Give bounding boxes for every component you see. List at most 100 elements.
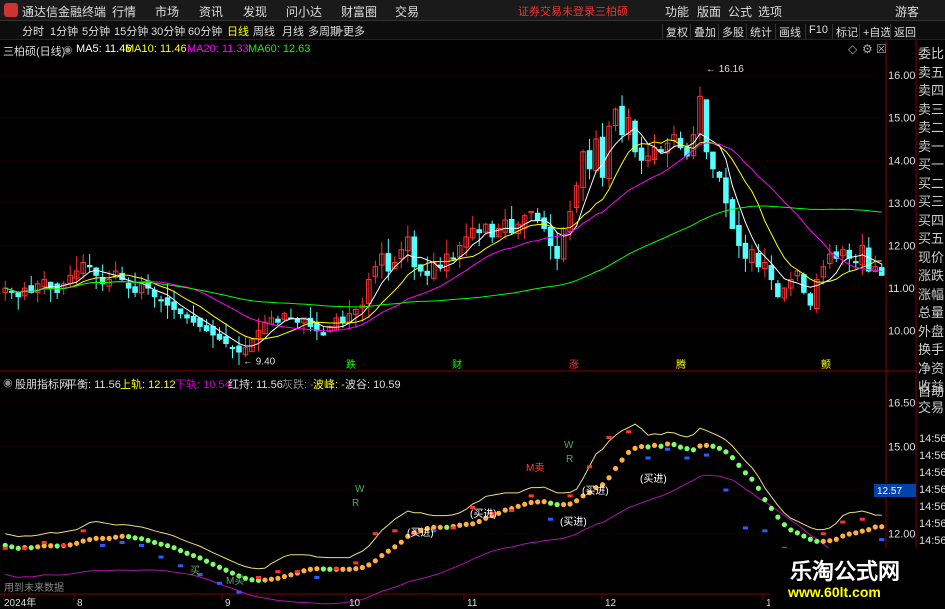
centre-dot (840, 533, 846, 539)
candle-body (340, 316, 346, 323)
candle-body (476, 229, 482, 234)
centre-dot (762, 497, 768, 503)
candle-body (586, 150, 593, 170)
candle-body (203, 325, 210, 332)
centre-dot (229, 570, 236, 576)
centre-dot (327, 566, 333, 572)
quote-panel: 委比 卖五 卖四 卖三 卖二 卖一 买一 买二 买三 买四 买五 现价 涨跌 涨幅 总量 外盘 换手 净资 收益 (917, 40, 945, 422)
auto-trade-0[interactable]: 自动 (917, 384, 945, 399)
channel-block (2, 546, 8, 550)
candle-body (184, 314, 190, 319)
candle-body (125, 282, 132, 289)
channel-block (606, 436, 612, 440)
candle-body (619, 105, 625, 136)
centre-dot (281, 573, 288, 580)
channel-block (80, 529, 86, 533)
candle-body (8, 290, 15, 293)
channel-block (762, 529, 768, 533)
candle-body (411, 236, 418, 268)
candle-body (775, 283, 781, 298)
channel-block (664, 447, 671, 451)
quote-label-10: 买五 (917, 231, 944, 246)
quote-label-6: 买一 (917, 157, 944, 172)
annotation-10: 买 (190, 565, 200, 577)
centre-dot (561, 501, 567, 508)
centre-dot (788, 527, 794, 533)
annotation-6: (买进) (470, 508, 497, 520)
centre-dot (573, 498, 580, 504)
time-tick-6: 14:56 (919, 535, 945, 547)
candle-body (807, 293, 814, 306)
quote-label-17: 净资 (917, 360, 944, 376)
quote-label-8: 买三 (917, 194, 944, 209)
channel-block (859, 517, 865, 521)
candle-body (177, 308, 184, 315)
quote-label-5: 卖一 (917, 138, 944, 154)
event-marker-2: 涨 (569, 359, 579, 371)
centre-dot (567, 501, 573, 507)
centre-dot (671, 441, 677, 448)
centre-dot (126, 534, 132, 540)
centre-dot (606, 475, 612, 481)
channel-block (158, 555, 164, 559)
candle-body (15, 291, 22, 298)
centre-dot (541, 499, 547, 505)
centre-dot (444, 524, 450, 530)
centre-dot (437, 524, 443, 530)
annotation-3: W (564, 440, 574, 451)
ind-y-tick-0: 12.00 (888, 529, 916, 541)
centre-dot (470, 521, 476, 527)
centre-dot (223, 567, 229, 573)
centre-dot (807, 536, 813, 542)
centre-dot (379, 552, 385, 559)
channel-block (119, 541, 125, 544)
centre-dot (268, 576, 275, 582)
x-label-1: 8 (77, 598, 83, 609)
channel-block (509, 508, 515, 512)
centre-dot (385, 548, 391, 554)
channel-block (138, 543, 145, 547)
centre-dot (203, 558, 210, 564)
candle-body (385, 253, 392, 272)
candle-body (723, 177, 729, 204)
channel-block (216, 581, 223, 585)
channel-block (840, 520, 846, 524)
quote-label-11: 现价 (917, 249, 944, 265)
candle-body (489, 223, 495, 238)
time-tick-2: 14:56 (919, 467, 945, 479)
last-value: 12.57 (877, 486, 902, 497)
centre-dot (522, 501, 528, 507)
centre-dot (74, 540, 80, 546)
event-marker-3: 腾 (676, 358, 686, 371)
chart-canvas[interactable]: 10.00 11.00 12.00 13.00 14.00 15.00 16.00 ← 16.… (0, 0, 945, 609)
candle-body (801, 274, 807, 293)
candle-body (86, 264, 93, 268)
centre-dot (307, 566, 314, 572)
centre-dot (346, 566, 352, 572)
candle-body (450, 257, 457, 260)
channel-block (879, 538, 885, 542)
centre-dot (528, 499, 534, 506)
centre-dot (48, 543, 54, 549)
centre-dot (314, 566, 320, 572)
channel-block (100, 543, 106, 547)
watermark: 乐淘公式网 www.60lt.com (770, 548, 945, 609)
ma20-line (5, 142, 882, 332)
auto-trade-1[interactable]: 交易 (917, 400, 945, 415)
candle-body (320, 332, 327, 336)
candle-body (424, 270, 431, 276)
centre-dot (132, 535, 138, 541)
time-tick-0: 14:56 (919, 433, 945, 445)
quote-label-3: 卖三 (917, 101, 944, 117)
candle-body (508, 218, 515, 234)
candle-body (710, 151, 716, 170)
quote-label-16: 换手 (917, 342, 944, 357)
candle-body (703, 99, 710, 153)
quote-label-1: 卖五 (917, 64, 944, 80)
annotation-0: W (355, 484, 365, 495)
annotation-5: (买进) (407, 527, 434, 539)
centre-dot (496, 510, 502, 516)
main-y-tick-2: 12.00 (888, 240, 916, 252)
centre-dot (775, 514, 781, 520)
centre-dot (67, 542, 73, 548)
